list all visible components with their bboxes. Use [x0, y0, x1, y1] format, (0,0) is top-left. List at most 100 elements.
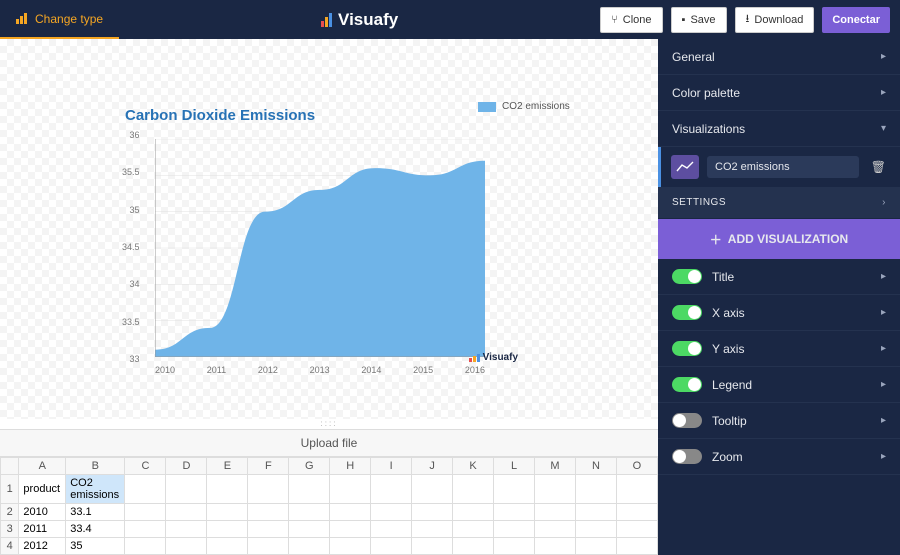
- cell[interactable]: product: [19, 475, 66, 504]
- cell[interactable]: [248, 538, 289, 555]
- cell[interactable]: [412, 521, 453, 538]
- logo-icon: [469, 354, 480, 362]
- cell[interactable]: [616, 521, 657, 538]
- cell[interactable]: [289, 504, 330, 521]
- chevron-right-icon: ▸: [881, 51, 886, 62]
- cell[interactable]: [330, 521, 371, 538]
- save-button[interactable]: ▪Save: [671, 7, 727, 33]
- toggle-tooltip[interactable]: Tooltip▸: [658, 403, 900, 439]
- cell[interactable]: [125, 475, 166, 504]
- panel-visualizations[interactable]: Visualizations▾: [658, 111, 900, 147]
- toggle-y-axis[interactable]: Y axis▸: [658, 331, 900, 367]
- upload-file-button[interactable]: Upload file: [0, 429, 658, 457]
- cell[interactable]: [207, 538, 248, 555]
- toggle-x-axis[interactable]: X axis▸: [658, 295, 900, 331]
- cell[interactable]: [453, 504, 494, 521]
- cell[interactable]: [166, 521, 207, 538]
- cell[interactable]: CO2 emissions: [66, 475, 125, 504]
- cell[interactable]: [207, 504, 248, 521]
- cell[interactable]: [535, 538, 576, 555]
- cell[interactable]: [494, 521, 535, 538]
- cell[interactable]: [453, 475, 494, 504]
- cell[interactable]: [535, 475, 576, 504]
- cell[interactable]: [248, 521, 289, 538]
- cell[interactable]: [494, 475, 535, 504]
- cell[interactable]: [575, 475, 616, 504]
- cell[interactable]: [207, 475, 248, 504]
- cell[interactable]: [412, 538, 453, 555]
- cell[interactable]: [412, 504, 453, 521]
- connect-button[interactable]: Conectar: [822, 7, 890, 33]
- cell[interactable]: [575, 504, 616, 521]
- visualization-item[interactable]: CO2 emissions 🗑: [658, 147, 900, 187]
- download-button[interactable]: ⭳Download: [735, 7, 815, 33]
- cell[interactable]: [166, 475, 207, 504]
- chart-canvas[interactable]: Carbon Dioxide Emissions CO2 emissions 3…: [0, 39, 658, 419]
- cell[interactable]: [616, 475, 657, 504]
- cell[interactable]: [575, 538, 616, 555]
- fork-icon: ⑂: [611, 14, 618, 26]
- cell[interactable]: [371, 475, 412, 504]
- toggle-title[interactable]: Title ▸: [658, 259, 900, 295]
- settings-row[interactable]: SETTINGS›: [658, 187, 900, 219]
- toggle-switch[interactable]: [672, 449, 702, 464]
- cell[interactable]: [289, 538, 330, 555]
- cell[interactable]: [575, 521, 616, 538]
- cell[interactable]: [535, 521, 576, 538]
- change-type-button[interactable]: Change type: [0, 0, 119, 39]
- cell[interactable]: [125, 538, 166, 555]
- cell[interactable]: [289, 475, 330, 504]
- toggle-switch[interactable]: [672, 269, 702, 284]
- topbar: Change type Visuafy ⑂Clone ▪Save ⭳Downlo…: [0, 0, 900, 39]
- panel-general[interactable]: General▸: [658, 39, 900, 75]
- toggle-switch[interactable]: [672, 413, 702, 428]
- cell[interactable]: [330, 538, 371, 555]
- cell[interactable]: [371, 504, 412, 521]
- toggle-switch[interactable]: [672, 341, 702, 356]
- cell[interactable]: [166, 538, 207, 555]
- cell[interactable]: [453, 521, 494, 538]
- delete-icon[interactable]: 🗑: [867, 160, 890, 174]
- cell[interactable]: 33.4: [66, 521, 125, 538]
- add-visualization-button[interactable]: ＋ADD VISUALIZATION: [658, 219, 900, 259]
- cell[interactable]: [330, 504, 371, 521]
- cell[interactable]: [412, 475, 453, 504]
- cell[interactable]: [248, 504, 289, 521]
- chart-title: Carbon Dioxide Emissions: [125, 107, 315, 124]
- cell[interactable]: [494, 538, 535, 555]
- cell[interactable]: [289, 521, 330, 538]
- cell[interactable]: [453, 538, 494, 555]
- cell[interactable]: 2012: [19, 538, 66, 555]
- cell[interactable]: 35: [66, 538, 125, 555]
- x-axis-labels: 2010201120122013201420152016: [155, 365, 485, 375]
- data-sheet[interactable]: ABCDEFGHIJKLMNO1productCO2 emissions2201…: [0, 457, 658, 555]
- toggle-switch[interactable]: [672, 305, 702, 320]
- cell[interactable]: [371, 521, 412, 538]
- brand: Visuafy: [119, 10, 600, 30]
- toggle-zoom[interactable]: Zoom▸: [658, 439, 900, 475]
- cell[interactable]: [248, 475, 289, 504]
- panel-color-palette[interactable]: Color palette▸: [658, 75, 900, 111]
- clone-button[interactable]: ⑂Clone: [600, 7, 662, 33]
- cell[interactable]: 2010: [19, 504, 66, 521]
- cell[interactable]: [616, 538, 657, 555]
- toggle-switch[interactable]: [672, 377, 702, 392]
- cell[interactable]: [207, 521, 248, 538]
- cell[interactable]: [166, 504, 207, 521]
- plot-area: [155, 139, 485, 357]
- resize-handle[interactable]: ::::: [0, 419, 658, 429]
- cell[interactable]: [330, 475, 371, 504]
- cell[interactable]: [125, 521, 166, 538]
- cell[interactable]: [371, 538, 412, 555]
- toggle-label: Title: [712, 270, 871, 284]
- cell[interactable]: [494, 504, 535, 521]
- cell[interactable]: 33.1: [66, 504, 125, 521]
- chevron-right-icon: ▸: [881, 271, 886, 282]
- cell[interactable]: [535, 504, 576, 521]
- cell[interactable]: [125, 504, 166, 521]
- toggle-label: Tooltip: [712, 414, 871, 428]
- visualization-name[interactable]: CO2 emissions: [707, 156, 859, 178]
- cell[interactable]: [616, 504, 657, 521]
- cell[interactable]: 2011: [19, 521, 66, 538]
- toggle-legend[interactable]: Legend▸: [658, 367, 900, 403]
